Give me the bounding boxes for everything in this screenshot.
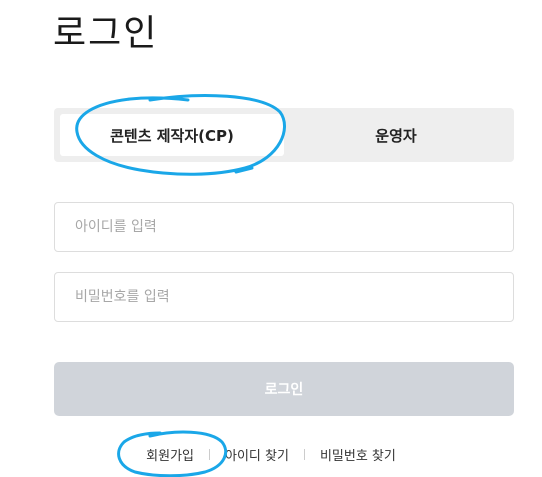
find-id-link[interactable]: 아이디 찾기 (225, 445, 289, 464)
link-divider (303, 449, 305, 460)
footer-links: 회원가입 아이디 찾기 비밀번호 찾기 (0, 445, 542, 464)
tab-content-provider[interactable]: 콘텐츠 제작자(CP) (60, 114, 284, 156)
tab-operator[interactable]: 운영자 (284, 114, 508, 156)
login-page: 로그인 콘텐츠 제작자(CP) 운영자 로그인 회원가입 아이디 찾기 비밀번호… (0, 0, 542, 477)
login-button[interactable]: 로그인 (54, 362, 514, 416)
find-password-link[interactable]: 비밀번호 찾기 (320, 445, 396, 464)
id-input[interactable] (54, 202, 514, 252)
link-divider (209, 449, 210, 460)
password-input[interactable] (54, 272, 514, 322)
page-title: 로그인 (53, 13, 159, 54)
user-type-tabs: 콘텐츠 제작자(CP) 운영자 (54, 108, 514, 162)
signup-link[interactable]: 회원가입 (146, 445, 194, 464)
